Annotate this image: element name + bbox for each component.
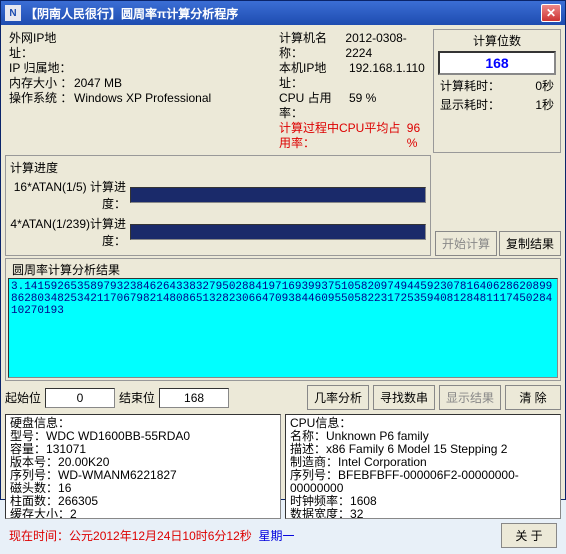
disk-info-box: 硬盘信息： 型号：WDC WD1600BB-55RDA0 容量：131071 版… <box>5 414 281 519</box>
ip-loc-label: IP 归属地： <box>9 61 74 76</box>
count-title: 计算位数 <box>438 32 556 49</box>
disk-cap-value: 131071 <box>46 442 86 456</box>
cpu-use-value: 59 % <box>349 91 376 121</box>
cpu-width-value: 32 <box>350 507 363 519</box>
cpu-name-value: Unknown P6 family <box>326 429 429 443</box>
cpu-desc-label: 描述： <box>290 442 326 456</box>
copy-result-button[interactable]: 复制结果 <box>499 231 561 256</box>
progress2-label: 4*ATAN(1/239)计算进度： <box>10 215 130 249</box>
count-display: 168 <box>438 51 556 75</box>
avg-cpu-label: 计算过程中CPU平均占用率： <box>279 121 407 151</box>
cpu-name-label: 名称： <box>290 429 326 443</box>
disk-ver-label: 版本号： <box>10 455 58 469</box>
count-group: 计算位数 168 计算耗时： 0秒 显示耗时： 1秒 <box>433 29 561 153</box>
progress1-label: 16*ATAN(1/5) 计算进度： <box>10 178 130 212</box>
system-info-right: 计算机名称：2012-0308-2224 本机IP地址：192.168.1.11… <box>279 29 429 153</box>
disk-sn-label: 序列号： <box>10 468 58 482</box>
progress1-bar <box>130 187 426 203</box>
result-title: 圆周率计算分析结果 <box>8 261 558 278</box>
cpu-width-label: 数据宽度： <box>290 507 350 519</box>
time-value: 公元2012年12月24日10时6分12秒 <box>69 527 252 544</box>
cpu-mfr-value: Intel Corporation <box>338 455 427 469</box>
disk-model-label: 型号： <box>10 429 46 443</box>
mem-label: 内存大小 ： <box>9 76 74 91</box>
local-ip-label: 本机IP地址： <box>279 61 349 91</box>
pc-name-label: 计算机名称： <box>279 31 345 61</box>
mem-value: 2047 MB <box>74 76 122 91</box>
start-pos-label: 起始位 <box>5 389 41 406</box>
close-button[interactable]: ✕ <box>541 4 561 22</box>
disk-cap-label: 容量： <box>10 442 46 456</box>
pc-name-value: 2012-0308-2224 <box>345 31 429 61</box>
end-pos-input[interactable] <box>159 388 229 408</box>
end-pos-label: 结束位 <box>119 389 155 406</box>
os-value: Windows XP Professional <box>74 91 211 106</box>
result-group: 圆周率计算分析结果 3.1415926535897932384626433832… <box>5 258 561 381</box>
cpu-use-label: CPU 占用率： <box>279 91 349 121</box>
find-string-button[interactable]: 寻找数串 <box>373 385 435 410</box>
progress-title: 计算进度 <box>10 159 426 176</box>
disk-cache-value: 2 <box>70 507 77 519</box>
system-info-left: 外网IP地址： IP 归属地： 内存大小 ：2047 MB 操作系统 ：Wind… <box>5 29 275 153</box>
titlebar: N 【阴南人民很行】圆周率π计算分析程序 ✕ <box>1 1 565 25</box>
disk-cache-label: 缓存大小： <box>10 507 70 519</box>
disp-time-value: 1秒 <box>535 96 554 113</box>
ext-ip-label: 外网IP地址： <box>9 31 74 61</box>
disk-cyl-label: 柱面数： <box>10 494 58 508</box>
calc-time-value: 0秒 <box>535 77 554 94</box>
weekday: 星期一 <box>258 527 294 544</box>
start-calc-button[interactable]: 开始计算 <box>435 231 497 256</box>
app-icon: N <box>5 5 21 21</box>
probability-button[interactable]: 几率分析 <box>307 385 369 410</box>
clear-button[interactable]: 清 除 <box>505 385 561 410</box>
avg-cpu-value: 96 % <box>407 121 429 151</box>
disk-cyl-value: 266305 <box>58 494 98 508</box>
time-prefix: 现在时间： <box>9 527 69 544</box>
calc-time-label: 计算耗时： <box>440 77 500 94</box>
disk-sn-value: WD-WMANM6221827 <box>58 468 177 482</box>
progress2-bar <box>130 224 426 240</box>
disk-heads-value: 16 <box>58 481 71 495</box>
close-icon: ✕ <box>546 6 556 20</box>
os-label: 操作系统 ： <box>9 91 74 106</box>
disk-model-value: WDC WD1600BB-55RDA0 <box>46 429 190 443</box>
cpu-desc-value: x86 Family 6 Model 15 Stepping 2 <box>326 442 507 456</box>
cpu-info-box: CPU信息： 名称：Unknown P6 family 描述：x86 Famil… <box>285 414 561 519</box>
about-button[interactable]: 关 于 <box>501 523 557 548</box>
disk-heads-label: 磁头数： <box>10 481 58 495</box>
show-result-button[interactable]: 显示结果 <box>439 385 501 410</box>
progress-group: 计算进度 16*ATAN(1/5) 计算进度： 4*ATAN(1/239)计算进… <box>5 155 431 256</box>
local-ip-value: 192.168.1.110 <box>349 61 425 91</box>
disk-ver-value: 20.00K20 <box>58 455 109 469</box>
disp-time-label: 显示耗时： <box>440 96 500 113</box>
result-textarea[interactable]: 3.14159265358979323846264338327950288419… <box>8 278 558 378</box>
cpu-sn-label: 序列号： <box>290 468 338 482</box>
window-title: 【阴南人民很行】圆周率π计算分析程序 <box>25 5 541 22</box>
cpu-mfr-label: 制造商： <box>290 455 338 469</box>
cpu-clock-label: 时钟频率： <box>290 494 350 508</box>
cpu-clock-value: 1608 <box>350 494 377 508</box>
start-pos-input[interactable] <box>45 388 115 408</box>
